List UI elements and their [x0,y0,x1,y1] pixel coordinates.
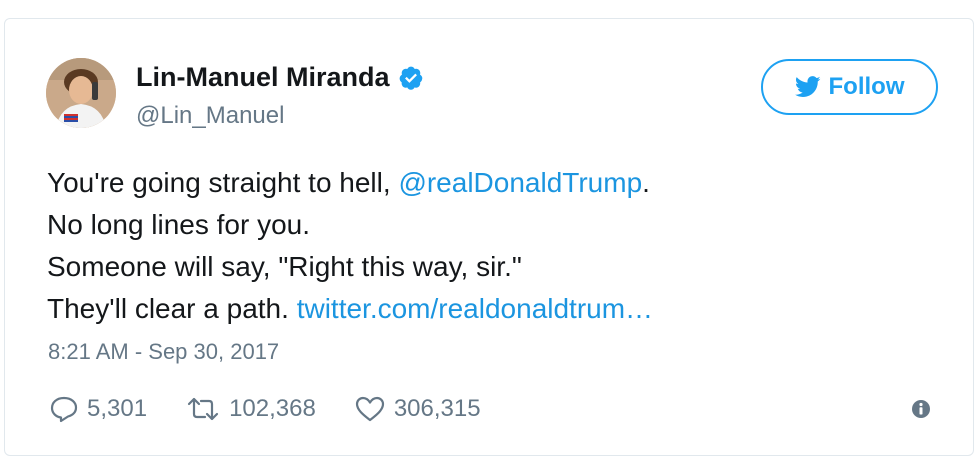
heart-icon [355,396,384,422]
like-button[interactable]: 306,315 [354,395,481,423]
tweet-line-4: They'll clear a path. twitter.com/realdo… [47,288,653,330]
follow-button-label: Follow [828,73,905,100]
reply-icon [50,396,78,423]
tweet-timestamp[interactable]: 8:21 AM - Sep 30, 2017 [48,339,279,365]
tweet-actions: 5,301 102,368 306,315 [49,395,519,423]
tweet-line-1-prefix: You're going straight to hell, [47,167,399,198]
avatar[interactable] [46,58,116,128]
mention-link[interactable]: @realDonaldTrump [398,167,642,198]
tweet-line-2: No long lines for you. [47,209,311,240]
verified-badge-icon [399,66,422,90]
tweet-card: Lin-Manuel Miranda @Lin_Manuel Follow Yo… [4,18,974,456]
display-name-text: Lin-Manuel Miranda [136,62,390,92]
user-handle[interactable]: @Lin_Manuel [136,102,284,130]
avatar-image [46,58,116,128]
tweet-line-1-suffix: . [642,167,650,198]
reply-button[interactable]: 5,301 [49,395,147,423]
twitter-bird-icon [794,76,821,97]
tweet-text: You're going straight to hell, @realDona… [47,162,653,330]
tweet-line-4-prefix: They'll clear a path. [47,293,297,324]
reply-count: 5,301 [87,395,148,422]
tweet-url-link[interactable]: twitter.com/realdonaldtrum… [297,293,653,324]
info-icon[interactable] [911,399,931,419]
tweet-line-1: You're going straight to hell, @realDona… [47,162,653,204]
like-count: 306,315 [393,395,481,422]
retweet-count: 102,368 [229,395,316,422]
tweet-line-3: Someone will say, "Right this way, sir." [47,251,522,282]
display-name[interactable]: Lin-Manuel Miranda [136,62,424,93]
retweet-icon [187,397,219,421]
retweet-button[interactable]: 102,368 [185,395,316,423]
follow-button[interactable]: Follow [761,59,938,115]
